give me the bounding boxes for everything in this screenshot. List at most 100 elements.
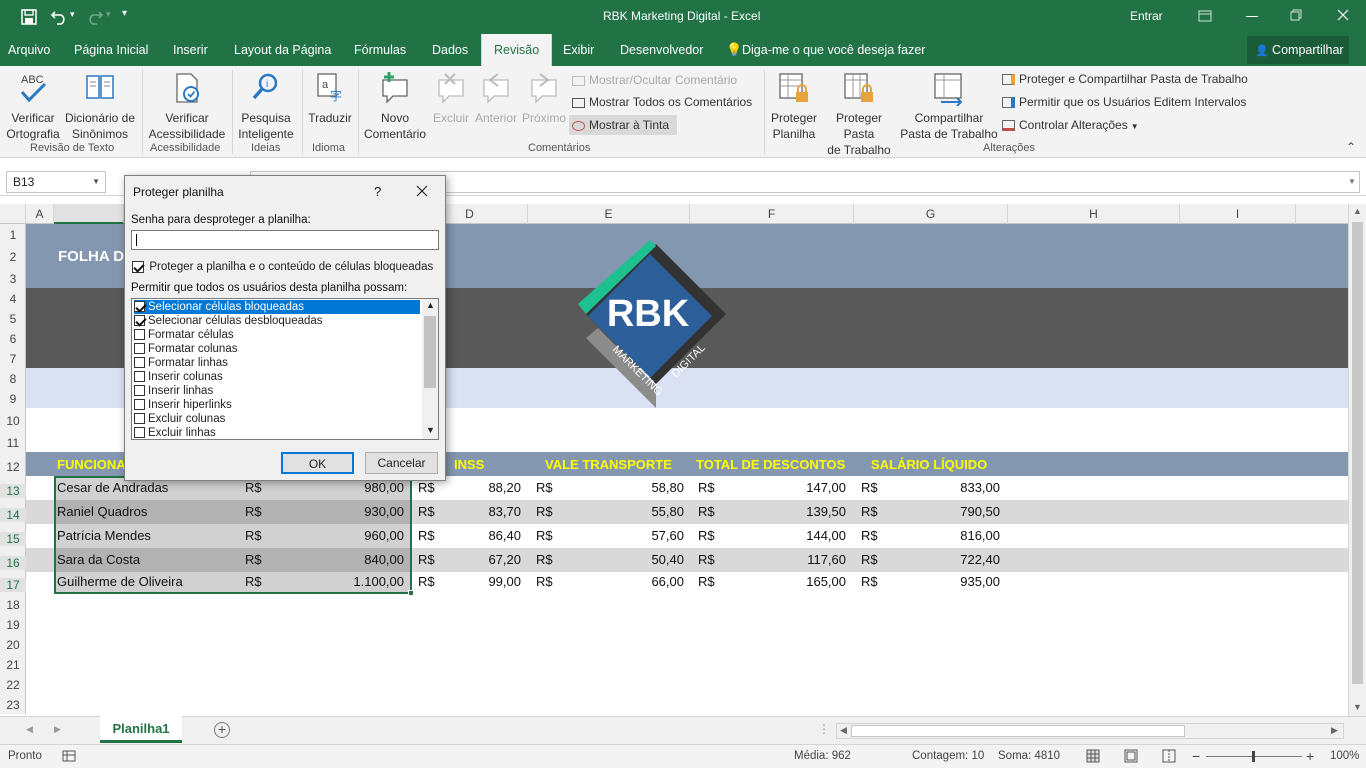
add-sheet-button[interactable]: + <box>214 722 230 738</box>
thesaurus-button[interactable]: Dicionário de Sinônimos <box>62 70 138 142</box>
normal-view-icon[interactable] <box>1086 749 1100 763</box>
permission-option[interactable]: Selecionar células bloqueadas <box>134 300 420 314</box>
column-header-f[interactable]: F <box>690 204 854 224</box>
cell-currency[interactable]: R$ <box>536 574 553 589</box>
scroll-thumb[interactable] <box>1352 222 1363 684</box>
cell-net[interactable]: 816,00 <box>880 528 1000 543</box>
cell-currency[interactable]: R$ <box>536 504 553 519</box>
protect-share-button[interactable]: Proteger e Compartilhar Pasta de Trabalh… <box>1002 69 1248 89</box>
cell-currency[interactable]: R$ <box>698 504 715 519</box>
page-layout-view-icon[interactable] <box>1124 749 1138 763</box>
column-header-e[interactable]: E <box>528 204 690 224</box>
row-header[interactable]: 8 <box>0 372 26 386</box>
cell-currency[interactable]: R$ <box>536 552 553 567</box>
column-header-h[interactable]: H <box>1008 204 1180 224</box>
permission-option[interactable]: Formatar colunas <box>134 342 420 356</box>
checkbox-unchecked-icon[interactable] <box>134 399 145 411</box>
tab-formulas[interactable]: Fórmulas <box>348 34 412 66</box>
cell-vt[interactable]: 50,40 <box>564 552 684 567</box>
tab-revisao[interactable]: Revisão <box>481 34 553 66</box>
checkbox-unchecked-icon[interactable] <box>134 385 145 397</box>
check-accessibility-button[interactable]: Verificar Acessibilidade <box>146 70 228 142</box>
scroll-left-icon[interactable]: ◀ <box>840 725 847 736</box>
list-scroll-up-icon[interactable]: ▲ <box>426 300 435 310</box>
row-header[interactable]: 2 <box>0 250 26 264</box>
checkbox-unchecked-icon[interactable] <box>134 329 145 341</box>
tab-split-handle-icon[interactable]: ⋮ <box>818 722 830 736</box>
fill-handle[interactable] <box>408 590 414 596</box>
show-all-comments-button[interactable]: Mostrar Todos os Comentários <box>572 92 752 112</box>
smart-lookup-button[interactable]: i Pesquisa Inteligente <box>236 70 296 142</box>
next-sheet-icon[interactable]: ▶ <box>54 724 61 735</box>
cell-currency[interactable]: R$ <box>861 528 878 543</box>
cell-vt[interactable]: 55,80 <box>564 504 684 519</box>
cell-net[interactable]: 722,40 <box>880 552 1000 567</box>
save-icon[interactable] <box>20 8 38 26</box>
cell-inss[interactable]: 67,20 <box>401 552 521 567</box>
share-workbook-button[interactable]: Compartilhar Pasta de Trabalho <box>900 70 998 142</box>
row-header[interactable]: 13 <box>0 484 26 498</box>
sign-in-link[interactable]: Entrar <box>1130 9 1163 23</box>
zoom-thumb[interactable] <box>1252 751 1255 762</box>
allow-edit-ranges-button[interactable]: Permitir que os Usuários Editem Interval… <box>1002 92 1246 112</box>
cell-inss[interactable]: 99,00 <box>401 574 521 589</box>
permission-option[interactable]: Inserir linhas <box>134 384 420 398</box>
tab-arquivo[interactable]: Arquivo <box>2 34 56 66</box>
row-header[interactable]: 16 <box>0 556 26 570</box>
undo-icon[interactable] <box>50 8 68 26</box>
tell-me-search[interactable]: Diga-me o que você deseja fazer <box>736 34 931 66</box>
row-header[interactable]: 11 <box>0 436 26 450</box>
cell-vt[interactable]: 66,00 <box>564 574 684 589</box>
column-header-i[interactable]: I <box>1180 204 1296 224</box>
cell-currency[interactable]: R$ <box>698 528 715 543</box>
cell-net[interactable]: 935,00 <box>880 574 1000 589</box>
cell-currency[interactable]: R$ <box>698 480 715 495</box>
row-header[interactable]: 4 <box>0 292 26 306</box>
cell-inss[interactable]: 88,20 <box>401 480 521 495</box>
cell-currency[interactable]: R$ <box>861 480 878 495</box>
ok-button[interactable]: OK <box>281 452 354 474</box>
cell-total[interactable]: 147,00 <box>726 480 846 495</box>
close-icon[interactable] <box>1337 9 1349 21</box>
cell-vt[interactable]: 57,60 <box>564 528 684 543</box>
cell-name[interactable]: Cesar de Andradas <box>57 480 168 495</box>
zoom-slider[interactable] <box>1206 751 1302 762</box>
checkbox-unchecked-icon[interactable] <box>134 413 145 425</box>
new-comment-button[interactable]: Novo Comentário <box>362 70 428 142</box>
row-header[interactable]: 18 <box>0 598 26 612</box>
checkbox-checked-icon[interactable] <box>134 315 145 327</box>
cell-currency[interactable]: R$ <box>861 504 878 519</box>
row-header[interactable]: 17 <box>0 578 26 592</box>
restore-icon[interactable] <box>1290 9 1302 21</box>
zoom-out-icon[interactable]: − <box>1192 748 1200 764</box>
help-button[interactable]: ? <box>374 184 381 199</box>
select-all-corner[interactable] <box>0 204 26 224</box>
show-ink-button[interactable]: Mostrar à Tinta <box>569 115 678 135</box>
tab-exibir[interactable]: Exibir <box>557 34 600 66</box>
permission-option[interactable]: Formatar células <box>134 328 420 342</box>
share-button[interactable]: 👤 Compartilhar <box>1247 36 1349 64</box>
cell-currency[interactable]: R$ <box>245 480 262 495</box>
ribbon-display-options-icon[interactable] <box>1198 10 1212 22</box>
name-box[interactable]: B13 ▼ <box>6 171 106 193</box>
permission-option[interactable]: Excluir linhas <box>134 426 420 439</box>
permission-option[interactable]: Inserir colunas <box>134 370 420 384</box>
customize-qat-icon[interactable]: ▾ <box>122 8 127 19</box>
row-header[interactable]: 22 <box>0 678 26 692</box>
cell-currency[interactable]: R$ <box>245 574 262 589</box>
password-input[interactable] <box>131 230 439 250</box>
cell-salary[interactable]: 930,00 <box>284 504 404 519</box>
minimize-icon[interactable] <box>1246 16 1258 17</box>
cell-currency[interactable]: R$ <box>245 552 262 567</box>
checkbox-checked-icon[interactable] <box>134 301 145 313</box>
checkbox-unchecked-icon[interactable] <box>134 343 145 355</box>
cell-salary[interactable]: 1.100,00 <box>284 574 404 589</box>
column-header-b[interactable] <box>54 204 124 224</box>
row-header[interactable]: 12 <box>0 460 26 474</box>
cell-currency[interactable]: R$ <box>245 528 262 543</box>
cell-currency[interactable]: R$ <box>698 574 715 589</box>
row-header[interactable]: 9 <box>0 392 26 406</box>
row-header[interactable]: 10 <box>0 414 26 428</box>
expand-formula-bar-icon[interactable]: ▼ <box>1348 177 1356 186</box>
permissions-list[interactable]: Selecionar células bloqueadas Selecionar … <box>131 298 439 440</box>
